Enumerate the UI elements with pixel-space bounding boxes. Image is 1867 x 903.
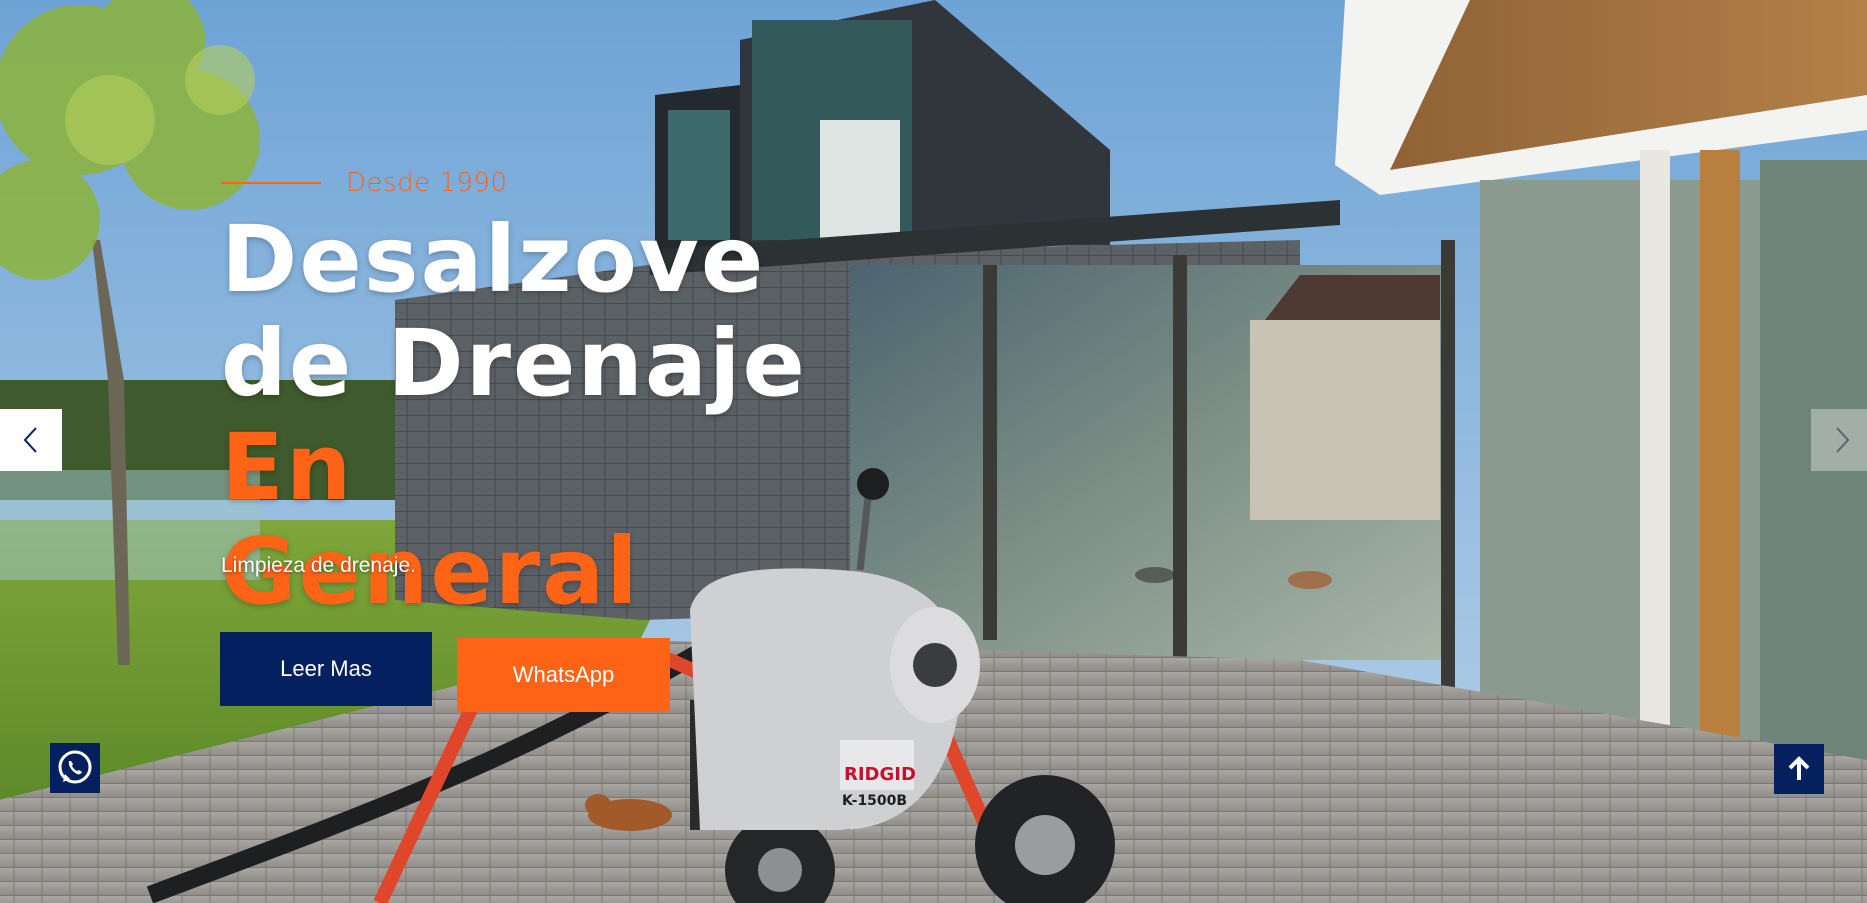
whatsapp-button[interactable]: WhatsApp: [457, 638, 670, 712]
whatsapp-icon: [58, 750, 92, 784]
machine-model-label: K-1500B: [842, 793, 907, 809]
slider-next-button[interactable]: [1811, 409, 1867, 471]
machine-brand-label: RIDGID: [844, 764, 916, 785]
floating-whatsapp-button[interactable]: [50, 743, 100, 793]
hero-slider: RIDGID K-1500B Desde 1990 Desalzove de D…: [0, 0, 1867, 903]
eyebrow-text: Desde 1990: [346, 168, 508, 198]
hero-title-line2: de Drenaje: [221, 310, 807, 417]
arrow-up-icon: [1788, 756, 1810, 780]
slider-prev-button[interactable]: [0, 409, 62, 471]
leer-mas-button[interactable]: Leer Mas: [220, 632, 432, 706]
hero-title-line1: Desalzove: [221, 206, 766, 313]
back-to-top-button[interactable]: [1774, 744, 1824, 794]
eyebrow-line: [221, 182, 321, 184]
hero-eyebrow: Desde 1990: [221, 168, 508, 198]
hero-title-accent-en: En: [221, 414, 354, 521]
chevron-left-icon: [23, 427, 37, 453]
chevron-right-icon: [1836, 427, 1850, 453]
hero-subtitle: Limpieza de drenaje.: [221, 554, 416, 577]
